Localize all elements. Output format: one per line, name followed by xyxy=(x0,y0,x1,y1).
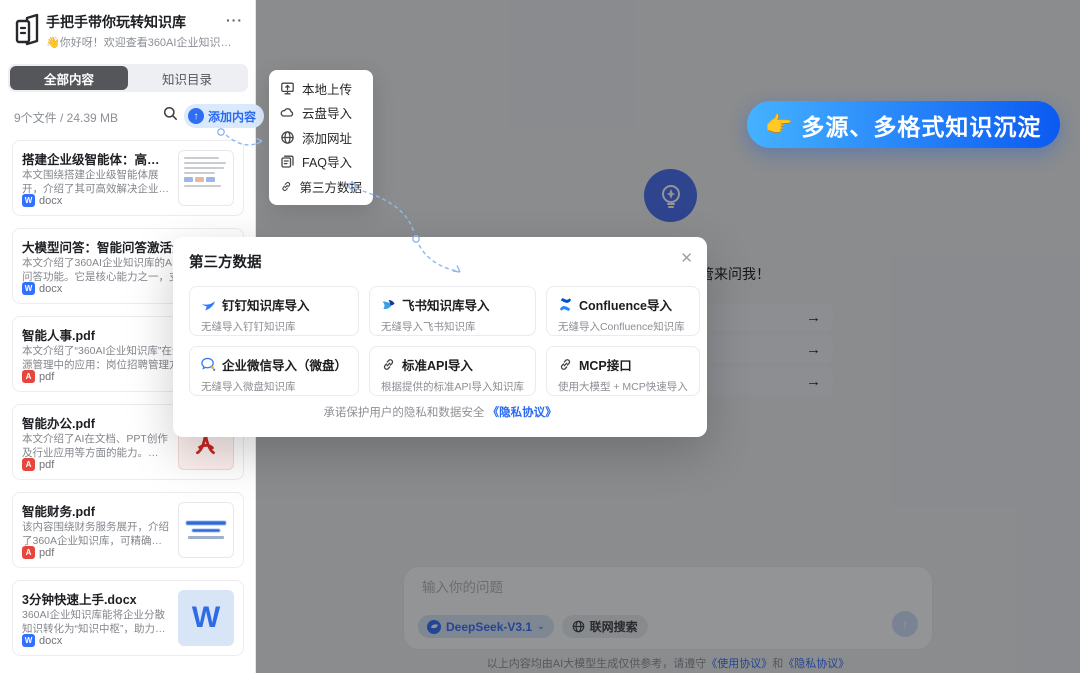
source-desc: 无缝导入钉钉知识库 xyxy=(201,319,347,334)
cloud-icon xyxy=(280,105,295,120)
pointing-finger-icon: 👉 xyxy=(765,112,792,138)
menu-item-third-party-data[interactable]: 第三方数据 xyxy=(269,174,373,199)
menu-item-local-upload[interactable]: 本地上传 xyxy=(269,76,373,101)
content-tabs: 全部内容 知识目录 xyxy=(8,64,248,92)
doc-ext: pdf xyxy=(39,371,54,383)
doc-card[interactable]: 3分钟快速上手.docx 360AI企业知识库能将企业分散知识转化为“知识中枢”… xyxy=(12,580,244,656)
menu-item-label: 本地上传 xyxy=(302,79,352,98)
source-card-standard-api[interactable]: 标准API导入 根据提供的标准API导入知识库 xyxy=(369,346,536,396)
app-root: 管来问我！ → → → DeepSeek-V3.1 ⌄ xyxy=(0,0,1080,673)
file-stats: 9个文件 / 24.39 MB xyxy=(14,109,118,126)
source-card-confluence[interactable]: Confluence导入 无缝导入Confluence知识库 xyxy=(546,286,700,336)
source-desc: 根据提供的标准API导入知识库 xyxy=(381,379,524,394)
api-link-icon xyxy=(381,357,396,372)
source-card-dingtalk[interactable]: 钉钉知识库导入 无缝导入钉钉知识库 xyxy=(189,286,359,336)
pdf-file-icon: A xyxy=(22,458,35,471)
link-icon xyxy=(280,179,292,194)
doc-card[interactable]: 搭建企业级智能体：高效解决企… 本文围绕搭建企业级智能体展开，介绍了其可高效解决… xyxy=(12,140,244,216)
wecom-icon xyxy=(201,357,216,372)
add-content-button[interactable]: ↑ 添加内容 xyxy=(184,104,264,128)
source-title: 企业微信导入（微盘） xyxy=(222,355,347,374)
source-desc: 无缝导入Confluence知识库 xyxy=(558,319,688,334)
add-content-label: 添加内容 xyxy=(208,108,256,125)
dingtalk-icon xyxy=(201,297,216,312)
menu-item-label: 添加网址 xyxy=(302,128,352,147)
source-desc: 无缝导入飞书知识库 xyxy=(381,319,524,334)
menu-item-cloud-import[interactable]: 云盘导入 xyxy=(269,101,373,126)
source-card-mcp[interactable]: MCP接口 使用大模型 + MCP快速导入 xyxy=(546,346,700,396)
doc-desc: 本文介绍了AI在文档、PPT创作及行业应用等方面的能力。AIDOC可快速创作长… xyxy=(22,433,170,458)
doc-title: 智能财务.pdf xyxy=(22,501,170,518)
menu-item-label: 云盘导入 xyxy=(302,103,352,122)
monitor-upload-icon xyxy=(280,81,295,96)
globe-icon xyxy=(280,130,295,145)
promo-banner: 👉 多源、多格式知识沉淀 xyxy=(747,101,1060,148)
knowledge-base-logo-icon xyxy=(13,13,43,47)
add-content-menu: 本地上传 云盘导入 添加网址 FAQ导入 xyxy=(269,70,373,205)
banner-text: 多源、多格式知识沉淀 xyxy=(801,108,1041,142)
docx-file-icon: W xyxy=(22,282,35,295)
menu-item-add-url[interactable]: 添加网址 xyxy=(269,125,373,150)
docx-file-icon: W xyxy=(22,194,35,207)
more-options-icon[interactable]: ··· xyxy=(226,12,243,28)
source-title: 钉钉知识库导入 xyxy=(222,295,310,314)
w-logo-thumbnail: W xyxy=(178,590,234,646)
menu-item-faq-import[interactable]: FAQ导入 xyxy=(269,150,373,175)
menu-item-label: 第三方数据 xyxy=(299,177,362,196)
doc-ext: docx xyxy=(39,283,62,295)
privacy-policy-link[interactable]: 《隐私协议》 xyxy=(488,407,557,419)
tab-all-content[interactable]: 全部内容 xyxy=(10,66,128,90)
doc-ext: pdf xyxy=(39,547,54,559)
pdf-file-icon: A xyxy=(22,370,35,383)
source-title: Confluence导入 xyxy=(579,295,672,314)
doc-title: 搭建企业级智能体：高效解决企… xyxy=(22,149,170,166)
source-desc: 无缝导入微盘知识库 xyxy=(201,379,347,394)
source-title: 飞书知识库导入 xyxy=(402,295,490,314)
kb-title: 手把手带你玩转知识库 xyxy=(46,12,186,32)
finance-doc-thumbnail xyxy=(178,502,234,558)
confluence-icon xyxy=(558,297,573,312)
upload-icon: ↑ xyxy=(188,108,204,124)
import-source-grid: 钉钉知识库导入 无缝导入钉钉知识库 飞书知识库导入 无缝导入飞书知识库 xyxy=(189,286,691,396)
doc-ext: pdf xyxy=(39,459,54,471)
doc-ext: docx xyxy=(39,635,62,647)
source-card-feishu[interactable]: 飞书知识库导入 无缝导入飞书知识库 xyxy=(369,286,536,336)
doc-title: 3分钟快速上手.docx xyxy=(22,589,170,606)
pdf-file-icon: A xyxy=(22,546,35,559)
faq-document-icon xyxy=(280,154,295,169)
doc-thumbnail xyxy=(178,150,234,206)
doc-desc: 本文围绕搭建企业级智能体展开，介绍了其可高效解决企业业务场景问题。智能… xyxy=(22,169,170,194)
source-card-wecom[interactable]: 企业微信导入（微盘） 无缝导入微盘知识库 xyxy=(189,346,359,396)
search-icon[interactable] xyxy=(163,106,178,121)
tab-knowledge-catalog[interactable]: 知识目录 xyxy=(128,66,246,90)
menu-item-label: FAQ导入 xyxy=(302,152,352,171)
doc-ext: docx xyxy=(39,195,62,207)
privacy-note-text: 承诺保护用户的隐私和数据安全 xyxy=(323,407,484,419)
kb-subtitle: 👋你好呀！欢迎查看360AI企业知识库使用指南，助… xyxy=(46,34,232,50)
mcp-link-icon xyxy=(558,357,573,372)
source-title: 标准API导入 xyxy=(402,355,473,374)
feishu-icon xyxy=(381,297,396,312)
close-icon[interactable]: ✕ xyxy=(680,249,693,267)
source-desc: 使用大模型 + MCP快速导入 xyxy=(558,379,688,394)
modal-title: 第三方数据 xyxy=(189,251,691,272)
doc-desc: 360AI企业知识库能将企业分散知识转化为“知识中枢”，助力降本增效与创新。… xyxy=(22,609,170,634)
doc-title: 智能办公.pdf xyxy=(22,413,170,430)
third-party-data-modal: 第三方数据 ✕ 钉钉知识库导入 无缝导入钉钉知识库 飞书知识库导 xyxy=(173,237,707,437)
source-title: MCP接口 xyxy=(579,355,632,374)
doc-card[interactable]: 智能财务.pdf 该内容围绕财务服务展开，介绍了360A企业知识库，可精确解析财… xyxy=(12,492,244,568)
privacy-note: 承诺保护用户的隐私和数据安全 《隐私协议》 xyxy=(173,404,707,420)
doc-desc: 该内容围绕财务服务展开，介绍了360A企业知识库，可精确解析财务文件，境… xyxy=(22,521,170,546)
docx-file-icon: W xyxy=(22,634,35,647)
